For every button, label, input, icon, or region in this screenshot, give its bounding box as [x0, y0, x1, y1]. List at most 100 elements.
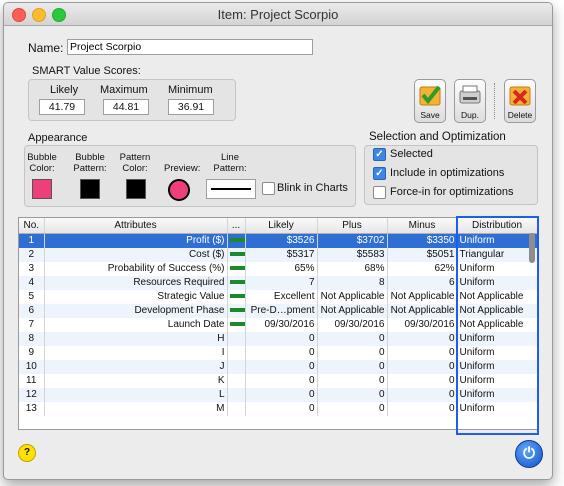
row-minus: Not Applicable — [387, 304, 458, 318]
appearance-title: Appearance — [28, 132, 88, 144]
bubble-pattern-label: Bubble Pattern: — [73, 152, 107, 174]
priority-bar — [229, 252, 244, 257]
row-indicator — [227, 402, 246, 416]
header-plus[interactable]: Plus — [317, 218, 388, 234]
header-minus[interactable]: Minus — [387, 218, 458, 234]
priority-bar — [229, 294, 244, 299]
row-indicator — [227, 388, 246, 402]
row-indicator — [227, 374, 246, 388]
toolbar-separator — [494, 83, 496, 119]
selection-title: Selection and Optimization — [369, 131, 506, 143]
blink-in-charts-label: Blink in Charts — [277, 182, 348, 194]
row-number: 1 — [19, 233, 45, 248]
row-indicator — [227, 332, 246, 346]
minimum-score-label: Minimum — [168, 84, 213, 96]
row-number: 8 — [19, 332, 45, 346]
row-minus: 62% — [387, 262, 458, 276]
help-button[interactable]: ? — [18, 444, 36, 462]
row-likely: 0 — [245, 332, 318, 346]
duplicate-button[interactable]: Dup. — [454, 79, 486, 123]
row-attribute: Launch Date — [44, 318, 228, 332]
name-input[interactable] — [67, 39, 313, 55]
row-plus: $5583 — [317, 248, 388, 262]
duplicate-button-label: Dup. — [461, 110, 479, 120]
window-title: Item: Project Scorpio — [217, 7, 339, 22]
row-plus: 0 — [317, 360, 388, 374]
row-plus: 0 — [317, 346, 388, 360]
row-plus: 0 — [317, 402, 388, 416]
row-likely: 7 — [245, 276, 318, 290]
row-plus: Not Applicable — [317, 304, 388, 318]
row-number: 2 — [19, 248, 45, 262]
row-minus: 0 — [387, 332, 458, 346]
row-indicator — [227, 262, 246, 276]
row-attribute: Profit ($) — [44, 233, 228, 248]
row-likely: $3526 — [245, 233, 318, 248]
row-attribute: I — [44, 346, 228, 360]
header-attributes[interactable]: Attributes — [44, 218, 228, 234]
row-indicator — [227, 233, 246, 248]
pattern-color-swatch[interactable] — [126, 179, 146, 199]
row-indicator — [227, 248, 246, 262]
row-number: 10 — [19, 360, 45, 374]
row-indicator — [227, 318, 246, 332]
maximum-score-label: Maximum — [100, 84, 148, 96]
distribution-column-highlight — [456, 216, 539, 435]
likely-score-label: Likely — [50, 84, 79, 96]
row-number: 4 — [19, 276, 45, 290]
row-attribute: Development Phase — [44, 304, 228, 318]
priority-bar — [229, 238, 244, 243]
likely-score-value: 41.79 — [39, 99, 85, 115]
header-indicator[interactable]: ... — [227, 218, 246, 234]
blink-in-charts-checkbox[interactable] — [262, 182, 275, 195]
row-plus: $3702 — [317, 233, 388, 248]
row-number: 7 — [19, 318, 45, 332]
line-pattern-sample — [211, 188, 251, 190]
force-in-checkbox[interactable] — [373, 186, 386, 199]
row-indicator — [227, 304, 246, 318]
minimum-score-value: 36.91 — [168, 99, 214, 115]
priority-bar — [229, 322, 244, 327]
bubble-color-label: Bubble Color: — [27, 152, 57, 174]
delete-button[interactable]: Delete — [504, 79, 536, 123]
bubble-color-swatch[interactable] — [32, 179, 52, 199]
name-label: Name: — [28, 41, 64, 55]
line-pattern-selector[interactable] — [206, 179, 256, 199]
include-in-optimizations-checkbox[interactable]: ✓ — [373, 167, 386, 180]
row-likely: Pre-D…pment — [245, 304, 318, 318]
header-no[interactable]: No. — [19, 218, 45, 234]
priority-bar — [229, 308, 244, 313]
line-pattern-label: Line Pattern: — [213, 152, 247, 174]
bubble-pattern-swatch[interactable] — [80, 179, 100, 199]
priority-bar — [229, 266, 244, 271]
row-attribute: Strategic Value — [44, 290, 228, 304]
row-minus: 0 — [387, 388, 458, 402]
selected-checkbox[interactable]: ✓ — [373, 148, 386, 161]
save-button[interactable]: Save — [414, 79, 446, 123]
row-indicator — [227, 290, 246, 304]
row-number: 13 — [19, 402, 45, 416]
row-minus: 6 — [387, 276, 458, 290]
row-indicator — [227, 276, 246, 290]
header-likely[interactable]: Likely — [245, 218, 318, 234]
row-attribute: Probability of Success (%) — [44, 262, 228, 276]
row-number: 5 — [19, 290, 45, 304]
row-likely: 0 — [245, 374, 318, 388]
title-bar: Item: Project Scorpio — [4, 3, 552, 26]
row-minus: 09/30/2016 — [387, 318, 458, 332]
save-checkmark-icon — [419, 85, 441, 106]
row-likely: 0 — [245, 388, 318, 402]
power-button[interactable]: ⏻ — [515, 440, 543, 468]
selected-label: Selected — [390, 148, 433, 160]
row-attribute: Cost ($) — [44, 248, 228, 262]
row-attribute: L — [44, 388, 228, 402]
row-likely: $5317 — [245, 248, 318, 262]
row-number: 12 — [19, 388, 45, 402]
row-likely: 0 — [245, 346, 318, 360]
row-likely: 65% — [245, 262, 318, 276]
row-plus: 09/30/2016 — [317, 318, 388, 332]
priority-bar — [229, 280, 244, 285]
row-attribute: H — [44, 332, 228, 346]
row-minus: Not Applicable — [387, 290, 458, 304]
row-number: 9 — [19, 346, 45, 360]
